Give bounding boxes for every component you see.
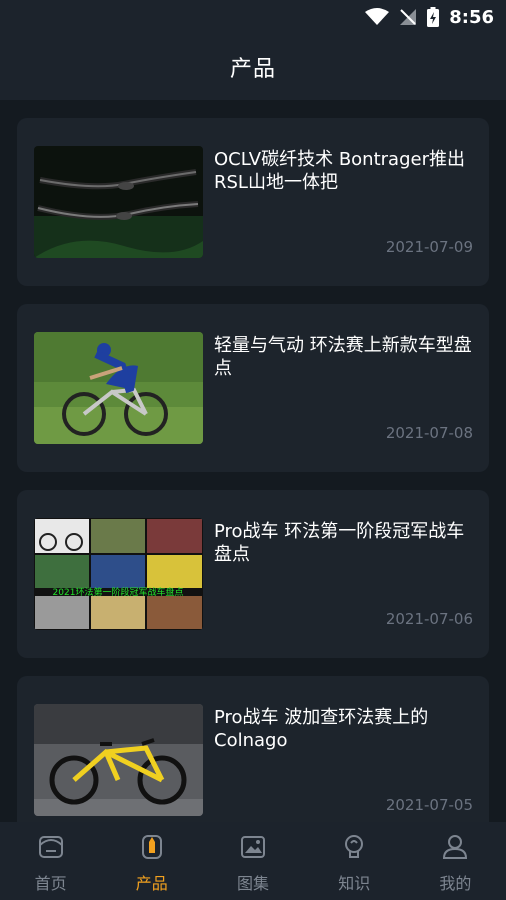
battery-charging-icon <box>427 7 440 27</box>
article-thumbnail-handlebar <box>34 146 203 258</box>
product-icon <box>137 832 167 862</box>
wifi-icon <box>365 8 390 26</box>
nav-item-product[interactable]: 产品 <box>101 822 202 900</box>
article-thumbnail-cyclist <box>34 332 203 444</box>
article-date: 2021-07-08 <box>385 424 473 442</box>
profile-icon <box>440 832 470 862</box>
article-list[interactable]: OCLV碳纤技术 Bontrager推出RSL山地一体把 2021-07-09 … <box>0 100 506 822</box>
article-card[interactable]: 轻量与气动 环法赛上新款车型盘点 2021-07-08 <box>17 304 489 472</box>
nav-label-gallery: 图集 <box>237 874 270 893</box>
article-title[interactable]: OCLV碳纤技术 Bontrager推出RSL山地一体把 <box>214 148 476 194</box>
nav-label-profile: 我的 <box>439 874 472 893</box>
article-date: 2021-07-05 <box>385 796 473 814</box>
home-icon <box>36 832 66 862</box>
article-card[interactable]: 2021环法第一阶段冠军战车盘点 Pro战车 环法第一阶段冠军战车盘点 2021… <box>17 490 489 658</box>
page-title: 产品 <box>229 57 276 82</box>
article-thumbnail-collage: 2021环法第一阶段冠军战车盘点 <box>34 518 203 630</box>
status-bar: 8:56 <box>0 0 506 34</box>
collage-caption: 2021环法第一阶段冠军战车盘点 <box>53 586 184 598</box>
nav-item-home[interactable]: 首页 <box>0 822 101 900</box>
nav-label-home: 首页 <box>34 874 67 893</box>
nav-item-gallery[interactable]: 图集 <box>202 822 303 900</box>
header: 产品 <box>0 34 506 100</box>
article-date: 2021-07-06 <box>385 610 473 628</box>
knowledge-icon <box>339 832 369 862</box>
article-title[interactable]: Pro战车 环法第一阶段冠军战车盘点 <box>214 520 476 566</box>
nav-item-knowledge[interactable]: 知识 <box>304 822 405 900</box>
nav-label-knowledge: 知识 <box>338 874 371 893</box>
article-card[interactable]: Pro战车 波加查环法赛上的Colnago 2021-07-05 <box>17 676 489 822</box>
article-thumbnail-colnago <box>34 704 203 816</box>
bottom-nav: 首页 产品 图集 知识 我的 <box>0 822 506 900</box>
article-title[interactable]: Pro战车 波加查环法赛上的Colnago <box>214 706 476 752</box>
article-card[interactable]: OCLV碳纤技术 Bontrager推出RSL山地一体把 2021-07-09 <box>17 118 489 286</box>
nav-label-product: 产品 <box>135 874 168 893</box>
article-title[interactable]: 轻量与气动 环法赛上新款车型盘点 <box>214 334 476 380</box>
gallery-icon <box>238 832 268 862</box>
status-time: 8:56 <box>449 6 494 28</box>
article-date: 2021-07-09 <box>385 238 473 256</box>
no-signal-icon <box>399 8 417 26</box>
nav-item-profile[interactable]: 我的 <box>405 822 506 900</box>
